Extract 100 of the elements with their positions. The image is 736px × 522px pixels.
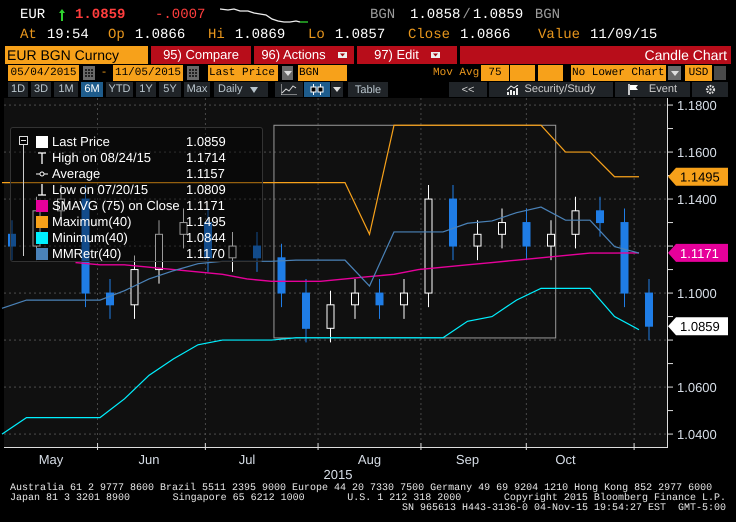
security-field[interactable]: EUR BGN Curncy [5,46,148,64]
period-tab[interactable]: 1M [54,82,78,97]
candlestick [596,196,604,238]
footer-text: Japan 81 3 3201 8900 [10,494,130,504]
price-tag: 1.0859 [668,317,728,336]
low-marker-icon [36,184,48,196]
price-tag: 1.1495 [668,168,728,186]
menu-button[interactable]: 96) Actions [254,46,354,64]
candlestick [302,278,310,343]
candlestick [498,208,506,249]
legend-label: Minimum(40) [52,229,129,248]
calendar-icon [83,66,95,80]
axis-label: 1.1400 [677,192,717,208]
last-price: 1.0859 [75,6,126,24]
chart-type-button[interactable] [304,82,330,97]
axis-label: 1.0400 [677,427,717,442]
axis-label: Sep [456,452,480,467]
high-marker-icon [36,152,48,164]
candlestick [278,243,286,308]
bar-chart-icon [506,84,519,94]
candlestick [351,278,359,320]
price-change: -.0007 [155,6,206,24]
table-button[interactable]: Table [348,82,388,97]
chart-type-button[interactable] [275,82,303,97]
caret-icon [284,70,292,76]
period-tab[interactable]: 3D [31,82,51,97]
period-tab[interactable]: 5Y [159,82,181,97]
legend-value: 1.1495 [186,213,226,232]
candlestick-icon [310,84,324,95]
stat-label: Hi [208,26,225,45]
ask-price: 1.0859 [472,6,524,24]
period-tab[interactable]: 1Y [136,82,156,97]
legend-value: 1.1157 [186,165,225,184]
candlestick [376,278,384,320]
stat-label: At [20,26,37,45]
flag-icon [628,84,639,95]
mov-avg-field[interactable] [510,65,535,81]
chart-title: Candle Chart [460,46,731,64]
candlestick [155,220,163,284]
legend-label: Maximum(40) [52,213,132,232]
candlestick [130,254,138,320]
candlestick [8,220,16,261]
legend-label: MMRetr(40) [52,245,122,264]
collapse-icon [19,136,28,145]
legend-value: 1.0844 [186,229,226,248]
currency-field[interactable]: USD [685,65,712,81]
mov-avg-field[interactable]: 75 [481,65,509,81]
period-tab[interactable]: YTD [106,82,133,97]
menu-button[interactable]: 95) Compare [151,46,251,64]
legend-label: Last Price [52,133,111,152]
event-button[interactable]: Event [615,82,690,97]
axis-label: Jul [238,452,256,467]
candlestick [572,196,580,249]
mov-avg-field[interactable] [538,65,563,81]
candlestick [400,278,408,320]
period-tab[interactable]: 1D [8,82,28,97]
caret-icon [333,87,341,92]
period-tab[interactable]: Max [184,82,210,97]
stat-value: 1.0869 [234,26,286,45]
collapse-button[interactable]: << [449,82,487,97]
line-chart-icon [281,84,297,95]
legend-value: 1.1170 [186,245,225,264]
period-tab[interactable]: 6M [81,82,103,97]
stat-value: 1.0857 [334,26,386,45]
axis-label: Oct [555,452,576,467]
stat-label: Value [538,26,580,45]
dropdown-button[interactable] [331,82,343,97]
candlestick [106,278,114,320]
price-separator: / [461,6,472,24]
stat-value: 1.0866 [134,26,186,45]
caret-icon [250,86,258,92]
security-study-button[interactable]: Security/Study [489,82,613,97]
candlestick [645,278,653,341]
legend-value: 1.1171 [186,197,225,216]
mov-avg-label: Mov Avg [433,66,480,81]
range-separator: - [100,66,108,81]
legend-value: 1.0809 [186,181,226,200]
ticker-symbol: EUR [20,6,46,24]
lower-chart-dropdown[interactable]: No Lower Chart [571,65,666,81]
legend-label: High on 08/24/15 [52,149,152,168]
price-field-dropdown[interactable]: Last Price [208,65,278,81]
axis-label: Aug [358,452,382,467]
menu-button[interactable]: 97) Edit [357,46,457,64]
legend-value: 1.1714 [186,149,226,168]
price-tag: 1.1171 [668,244,728,262]
date-field[interactable]: 11/05/2015 [113,65,183,81]
currency-field[interactable]: BGN [298,65,347,81]
frequency-dropdown[interactable]: Daily [214,82,268,97]
date-field[interactable]: 05/04/2015 [8,65,79,81]
footer-text: Singapore 65 6212 1000 [172,494,305,504]
currency-label: BGN [370,6,396,24]
axis-label: 1.1800 [677,98,717,114]
candlestick [253,231,261,272]
legend-label: Average [52,165,102,184]
candlestick [474,220,482,261]
stat-label: Close [408,26,450,45]
axis-title: 2015 [324,467,352,482]
candlestick [547,220,555,261]
settings-button[interactable] [692,82,728,97]
stat-value: 11/09/15 [590,26,658,45]
